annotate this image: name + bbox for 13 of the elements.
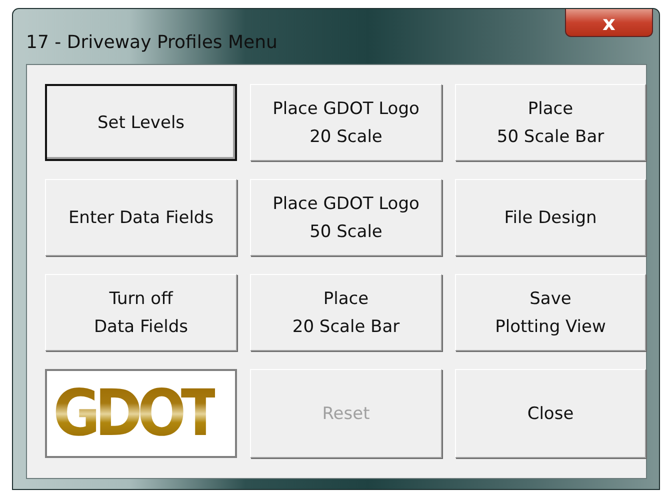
logo: GDOT	[45, 369, 237, 458]
menu-button[interactable]: Place GDOT Logo 20 Scale	[250, 84, 442, 161]
menu-button[interactable]: File Design	[455, 179, 646, 256]
menu-button[interactable]: Place 20 Scale Bar	[250, 274, 442, 351]
menu-button[interactable]: Turn off Data Fields	[45, 274, 237, 351]
window-close-button[interactable]: x	[565, 9, 653, 37]
menu-button[interactable]: Enter Data Fields	[45, 179, 237, 256]
menu-button[interactable]: Save Plotting View	[455, 274, 646, 351]
menu-button[interactable]: Close	[455, 369, 646, 458]
window-title: 17 - Driveway Profiles Menu	[26, 32, 278, 53]
menu-button[interactable]: Place 50 Scale Bar	[455, 84, 646, 161]
menu-button[interactable]: Place GDOT Logo 50 Scale	[250, 179, 442, 256]
menu-button[interactable]: Set Levels	[45, 84, 237, 161]
